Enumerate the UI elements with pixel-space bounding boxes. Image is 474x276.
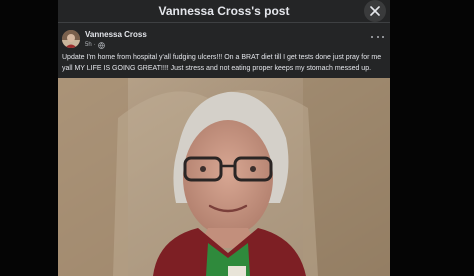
backdrop-right	[390, 0, 474, 276]
backdrop-left	[0, 0, 58, 276]
meta-separator: ·	[93, 42, 96, 48]
post-photo[interactable]	[58, 78, 390, 276]
more-dots-icon	[382, 36, 385, 39]
post-dialog: Vannessa Cross's post Vannessa Cross 5h …	[58, 0, 390, 276]
more-dots-icon	[376, 36, 379, 39]
post-meta: 5h ·	[85, 41, 105, 49]
dialog-title: Vannessa Cross's post	[158, 4, 290, 18]
dialog-header: Vannessa Cross's post	[58, 0, 390, 23]
post-text: Update I'm home from hospital y'all fudg…	[62, 54, 382, 72]
post-author[interactable]: Vannessa Cross	[85, 30, 147, 40]
globe-icon	[97, 41, 105, 49]
avatar[interactable]	[62, 30, 80, 48]
close-icon	[370, 6, 380, 16]
more-options-button[interactable]	[370, 32, 386, 42]
more-dots-icon	[371, 36, 374, 39]
post-photo-image	[58, 78, 390, 276]
close-button[interactable]	[364, 0, 386, 22]
post-time[interactable]: 5h	[85, 41, 92, 49]
